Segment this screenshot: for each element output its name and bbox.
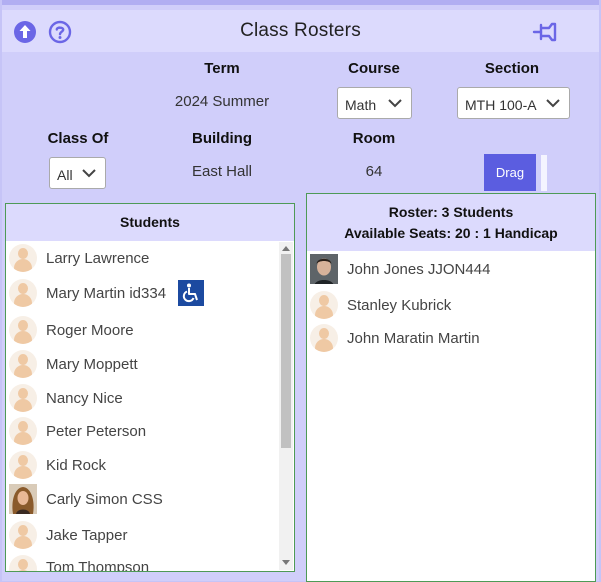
list-item[interactable]: John Jones JJON444 (310, 253, 490, 285)
scrollbar-thumb[interactable] (281, 254, 291, 448)
roster-panel-header: Roster: 3 Students Available Seats: 20 :… (307, 194, 595, 251)
list-item[interactable]: Kid Rock (9, 449, 106, 481)
class-rosters-app: Class Rosters Term Course Section 2024 S… (2, 0, 599, 582)
section-label: Section (484, 60, 540, 77)
list-item[interactable]: Larry Lawrence (9, 242, 149, 274)
class-of-select[interactable]: All (49, 157, 106, 189)
course-label: Course (348, 60, 400, 77)
avatar (9, 451, 37, 479)
student-name: Nancy Nice (46, 389, 123, 407)
student-name: Peter Peterson (46, 422, 147, 440)
page-title: Class Rosters (240, 20, 361, 41)
student-name: Roger Moore (46, 321, 134, 339)
avatar (9, 384, 37, 412)
chevron-down-icon (388, 99, 402, 108)
avatar (9, 279, 37, 307)
roster-student-name: Stanley Kubrick (347, 296, 452, 314)
list-item[interactable]: John Maratin Martin (310, 322, 480, 354)
course-select[interactable]: Math (337, 87, 412, 119)
avatar (9, 244, 37, 272)
avatar (9, 484, 37, 514)
student-name: Mary Moppett (46, 355, 138, 373)
student-name: Larry Lawrence (46, 249, 150, 267)
building-value: East Hall (191, 163, 253, 180)
pin-icon[interactable] (532, 21, 558, 48)
students-scrollbar[interactable] (279, 242, 293, 570)
list-item[interactable]: Jake Tapper (9, 519, 127, 551)
student-name: Mary Martin id334 (46, 284, 167, 302)
course-select-value: Math (345, 97, 377, 113)
section-select[interactable]: MTH 100-A (457, 87, 570, 119)
student-name: Jake Tapper (46, 526, 128, 544)
class-of-select-value: All (57, 167, 73, 183)
room-label: Room (352, 130, 396, 147)
roster-student-name: John Jones JJON444 (347, 260, 491, 278)
roster-student-name: John Maratin Martin (347, 329, 480, 347)
list-item[interactable]: Roger Moore (9, 314, 134, 346)
list-item[interactable]: Carly Simon CSS (9, 483, 163, 515)
avatar (310, 254, 338, 284)
student-name: Carly Simon CSS (46, 490, 163, 508)
roster-panel: Roster: 3 Students Available Seats: 20 :… (306, 193, 596, 582)
avatar (9, 555, 37, 571)
list-item[interactable]: Stanley Kubrick (310, 289, 451, 321)
avatar (9, 417, 37, 445)
students-panel-title: Students (6, 204, 294, 241)
list-item[interactable]: Peter Peterson (9, 415, 146, 447)
roster-available-seats: Available Seats: 20 : 1 Handicap (344, 225, 558, 241)
list-item[interactable]: Tom Thompson (9, 553, 149, 571)
term-label: Term (204, 60, 240, 77)
list-item[interactable]: Mary Moppett (9, 348, 138, 380)
term-value: 2024 Summer (174, 93, 270, 110)
drag-button[interactable]: Drag (484, 154, 536, 191)
avatar (310, 324, 338, 352)
student-name: Tom Thompson (46, 559, 150, 571)
roster-title: Roster: 3 Students (388, 204, 514, 220)
wheelchair-icon (178, 280, 205, 306)
building-label: Building (192, 130, 252, 147)
list-item[interactable]: Nancy Nice (9, 382, 123, 414)
chevron-down-icon (82, 169, 96, 178)
avatar (9, 316, 37, 344)
class-of-label: Class Of (47, 130, 109, 147)
scroll-down-arrow-icon[interactable] (282, 560, 290, 566)
list-item[interactable]: Mary Martin id334 (9, 277, 205, 309)
title-bar: Class Rosters (2, 10, 599, 52)
avatar (9, 350, 37, 378)
section-select-value: MTH 100-A (465, 97, 537, 113)
students-panel: Students Larry Lawrence Mary Martin id33… (5, 203, 295, 572)
chevron-down-icon (546, 99, 560, 108)
room-value: 64 (365, 163, 383, 180)
avatar (310, 291, 338, 319)
student-name: Kid Rock (46, 456, 107, 474)
scroll-up-arrow-icon[interactable] (282, 245, 290, 251)
drag-handle[interactable] (541, 155, 547, 191)
avatar (9, 521, 37, 549)
